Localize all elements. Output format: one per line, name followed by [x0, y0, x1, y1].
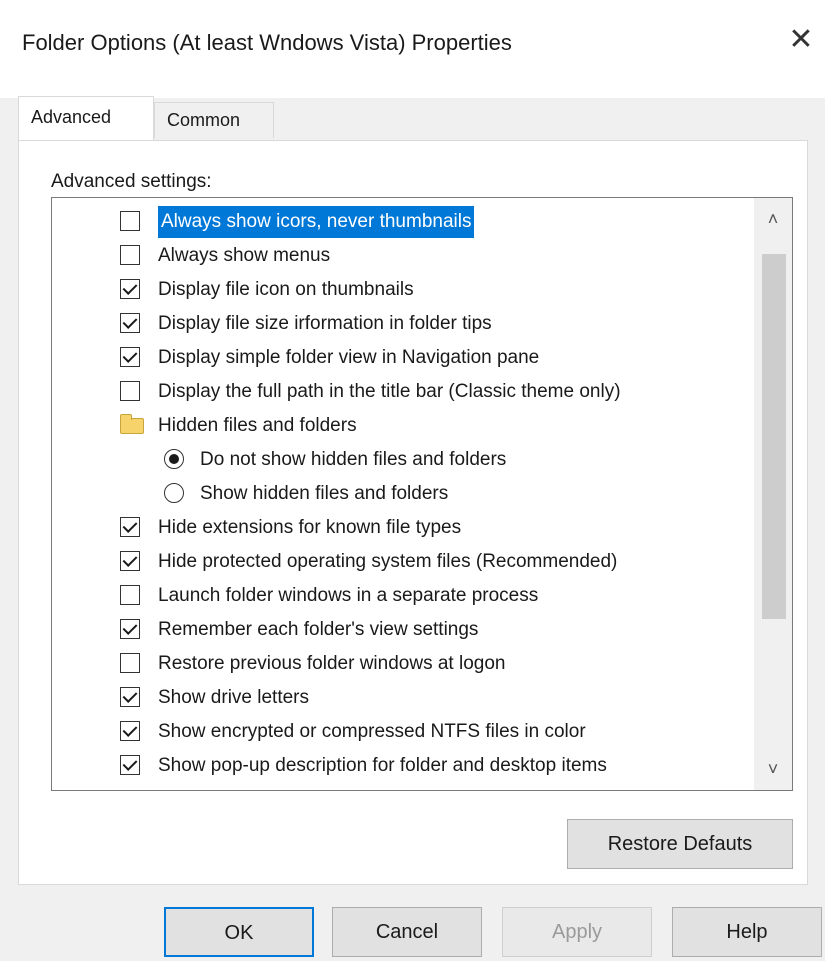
- help-button[interactable]: Help: [672, 907, 822, 957]
- setting-row-always-show-menus[interactable]: Always show menus: [52, 240, 754, 272]
- setting-label: Do not show hidden files and folders: [200, 449, 507, 470]
- setting-row-display-simple-folder-view-in-navigation-pane[interactable]: Display simple folder view in Navigation…: [52, 342, 754, 374]
- tab-advanced[interactable]: Advanced: [18, 96, 154, 140]
- checkbox-unchecked[interactable]: [120, 653, 140, 673]
- setting-label: Display file size irformation in folder …: [158, 313, 492, 334]
- checkbox-checked[interactable]: [120, 755, 140, 775]
- advanced-tab-panel: Advanced settings: Always show icors, ne…: [18, 140, 808, 885]
- setting-row-show-pop-up-description-for-folder-and-desktop-items[interactable]: Show pop-up description for folder and d…: [52, 750, 754, 782]
- setting-label: Show pop-up description for folder and d…: [158, 755, 607, 776]
- checkbox-checked[interactable]: [120, 721, 140, 741]
- setting-row-hide-extensions-for-known-file-types[interactable]: Hide extensions for known file types: [52, 512, 754, 544]
- folder-options-dialog: Folder Options (At least Wndows Vista) P…: [0, 0, 825, 961]
- ok-button[interactable]: OK: [164, 907, 314, 957]
- setting-label: Display file icon on thumbnails: [158, 279, 414, 300]
- checkbox-unchecked[interactable]: [120, 245, 140, 265]
- setting-label: Show drive letters: [158, 687, 310, 708]
- window-title: Folder Options (At least Wndows Vista) P…: [22, 30, 512, 55]
- setting-label: Display the full path in the title bar (…: [158, 381, 621, 402]
- checkbox-checked[interactable]: [120, 279, 140, 299]
- scroll-up-arrow-icon[interactable]: ˄: [754, 202, 792, 236]
- setting-row-display-file-icon-on-thumbnails[interactable]: Display file icon on thumbnails: [52, 274, 754, 306]
- folder-icon: [120, 414, 144, 434]
- advanced-settings-label: Advanced settings:: [51, 171, 212, 192]
- setting-label: Display simple folder view in Navigation…: [158, 347, 540, 368]
- radio-selected[interactable]: [164, 449, 184, 469]
- radio-unselected[interactable]: [164, 483, 184, 503]
- title-bar: Folder Options (At least Wndows Vista) P…: [0, 0, 825, 98]
- checkbox-checked[interactable]: [120, 347, 140, 367]
- setting-label: Show hidden files and folders: [200, 483, 449, 504]
- setting-label: Always show icors, never thumbnails: [158, 206, 475, 238]
- setting-label: Remember each folder's view settings: [158, 619, 479, 640]
- apply-button[interactable]: Apply: [502, 907, 652, 957]
- setting-row-remember-each-folder-s-view-settings[interactable]: Remember each folder's view settings: [52, 614, 754, 646]
- checkbox-checked[interactable]: [120, 687, 140, 707]
- cancel-button[interactable]: Cancel: [332, 907, 482, 957]
- setting-row-show-encrypted-or-compressed-ntfs-files-in-color[interactable]: Show encrypted or compressed NTFS files …: [52, 716, 754, 748]
- setting-row-hidden-files-and-folders[interactable]: Hidden files and folders: [52, 410, 754, 442]
- setting-label: Show encrypted or compressed NTFS files …: [158, 721, 586, 742]
- setting-label: Always show menus: [158, 245, 331, 266]
- scroll-down-arrow-icon[interactable]: ˅: [754, 752, 792, 786]
- setting-row-launch-folder-windows-in-a-separate-process[interactable]: Launch folder windows in a separate proc…: [52, 580, 754, 612]
- setting-label: Launch folder windows in a separate proc…: [158, 585, 539, 606]
- checkbox-checked[interactable]: [120, 551, 140, 571]
- setting-label: Hide protected operating system files (R…: [158, 551, 618, 572]
- close-icon[interactable]: ✕: [777, 18, 825, 62]
- setting-row-do-not-show-hidden-files-and-folders[interactable]: Do not show hidden files and folders: [52, 444, 754, 476]
- setting-label: Hide extensions for known file types: [158, 517, 462, 538]
- setting-row-hide-protected-operating-system-files-recommended[interactable]: Hide protected operating system files (R…: [52, 546, 754, 578]
- setting-row-display-file-size-irformation-in-folder-tips[interactable]: Display file size irformation in folder …: [52, 308, 754, 340]
- checkbox-checked[interactable]: [120, 313, 140, 333]
- setting-label: Restore previous folder windows at logon: [158, 653, 506, 674]
- setting-label: Hidden files and folders: [158, 415, 357, 436]
- checkbox-unchecked[interactable]: [120, 211, 140, 231]
- setting-row-always-show-icors-never-thumbnails[interactable]: Always show icors, never thumbnails: [52, 206, 754, 238]
- checkbox-checked[interactable]: [120, 619, 140, 639]
- checkbox-checked[interactable]: [120, 517, 140, 537]
- tab-common[interactable]: Common: [154, 102, 274, 138]
- restore-defaults-button[interactable]: Restore Defauts: [567, 819, 793, 869]
- scroll-thumb[interactable]: [762, 254, 786, 619]
- vertical-scrollbar[interactable]: ˄ ˅: [754, 198, 792, 790]
- setting-row-display-the-full-path-in-the-title-bar-classic-theme-only[interactable]: Display the full path in the title bar (…: [52, 376, 754, 408]
- setting-row-show-drive-letters[interactable]: Show drive letters: [52, 682, 754, 714]
- setting-row-show-hidden-files-and-folders[interactable]: Show hidden files and folders: [52, 478, 754, 510]
- checkbox-unchecked[interactable]: [120, 381, 140, 401]
- checkbox-unchecked[interactable]: [120, 585, 140, 605]
- advanced-settings-list[interactable]: Always show icors, never thumbnails Alway…: [51, 197, 793, 791]
- setting-row-restore-previous-folder-windows-at-logon[interactable]: Restore previous folder windows at logon: [52, 648, 754, 680]
